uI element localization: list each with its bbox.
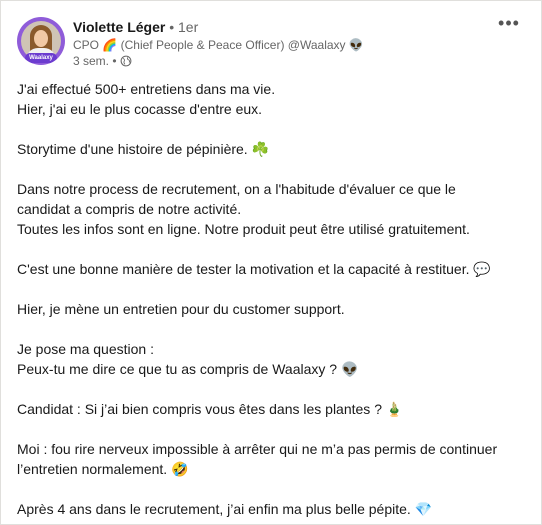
post-line: J'ai effectué 500+ entretiens dans ma vi… (17, 81, 276, 97)
post-line: Peux-tu me dire ce que tu as compris de … (17, 361, 359, 377)
name-separator: • (169, 19, 175, 35)
meta-separator: • (112, 54, 117, 68)
globe-icon (120, 55, 132, 67)
post-line (17, 279, 529, 299)
post-body: J'ai effectué 500+ entretiens dans ma vi… (17, 79, 529, 519)
post-line: Storytime d'une histoire de pépinière. ☘… (17, 141, 270, 157)
more-options-icon[interactable]: ••• (493, 14, 525, 37)
feed-post: Waalaxy Violette Léger • 1er CPO 🌈 (Chie… (0, 0, 542, 525)
post-line (17, 419, 529, 439)
post-line: Hier, je mène un entretien pour du custo… (17, 301, 345, 317)
avatar-badge: Waalaxy (25, 53, 57, 63)
post-line: Toutes les infos sont en ligne. Notre pr… (17, 221, 470, 237)
author-name[interactable]: Violette Léger (73, 19, 165, 35)
post-line: Moi : fou rire nerveux impossible à arrê… (17, 441, 498, 457)
post-line (17, 379, 529, 399)
post-line: Après 4 ans dans le recrutement, j’ai en… (17, 501, 433, 517)
post-line (17, 119, 529, 139)
post-time: 3 sem. (73, 54, 110, 68)
post-meta: 3 sem. • (73, 53, 489, 69)
avatar-face (34, 30, 48, 47)
post-header: Waalaxy Violette Léger • 1er CPO 🌈 (Chie… (17, 14, 529, 69)
post-line: Candidat : Si j’ai bien compris vous ête… (17, 401, 404, 417)
post-line: Hier, j'ai eu le plus cocasse d'entre eu… (17, 101, 263, 117)
post-line: Je pose ma question : (17, 341, 154, 357)
post-line (17, 319, 529, 339)
post-line (17, 479, 529, 499)
post-line: C'est une bonne manière de tester la mot… (17, 261, 491, 277)
connection-degree: 1er (178, 19, 199, 35)
author-headline: CPO 🌈 (Chief People & Peace Officer) @Wa… (73, 38, 364, 52)
author-name-line: Violette Léger • 1er (73, 17, 489, 37)
post-line: l’entretien normalement. 🤣 (17, 461, 189, 477)
author-avatar[interactable]: Waalaxy (17, 17, 65, 65)
post-line: Dans notre process de recrutement, on a … (17, 181, 456, 197)
post-actor: Violette Léger • 1er CPO 🌈 (Chief People… (73, 17, 489, 69)
post-line (17, 239, 529, 259)
post-line: candidat a compris de notre activité. (17, 201, 242, 217)
post-line (17, 159, 529, 179)
